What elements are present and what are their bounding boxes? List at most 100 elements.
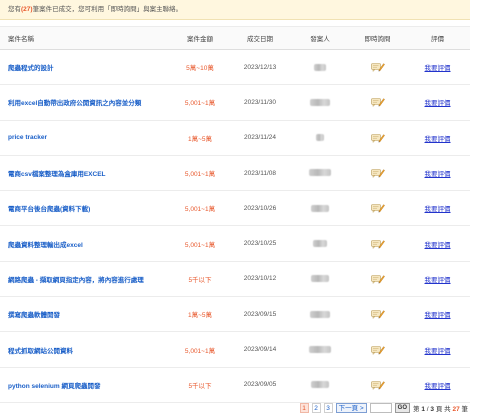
case-name-link[interactable]: 電商csv檔案整理為盒庫用EXCEL (8, 171, 106, 178)
case-name-link[interactable]: 網路爬蟲 - 擷取網頁指定內容，將內容進行處理 (8, 277, 144, 284)
case-amount: 5,001~1萬 (184, 171, 216, 179)
rate-link[interactable]: 我要評價 (425, 100, 451, 107)
go-button[interactable]: GO (394, 403, 411, 413)
rating-cell: 我要評價 (405, 367, 470, 403)
table-header-row: 案件名稱 案件金額 成交日期 發案人 即時詢問 評價 (0, 26, 470, 50)
case-name-link[interactable]: 撰寫爬蟲軟體開發 (8, 312, 60, 319)
table-row: 爬蟲程式的設計 5萬~10萬 2023/12/13 我要評價 (0, 49, 470, 86)
deal-date: 2023/11/24 (243, 134, 277, 142)
table-row: 利用excel自動帶出政府公開資訊之內容並分類 5,001~1萬 2023/11/3… (0, 84, 470, 121)
chat-pencil-icon[interactable] (370, 309, 385, 320)
rating-cell: 我要評價 (405, 155, 470, 192)
client-cell (290, 84, 350, 121)
case-name-cell: 電商平台後台爬蟲(資料下載) (0, 190, 170, 227)
page-info-prefix: 第 (413, 406, 420, 413)
rate-link[interactable]: 我要評價 (425, 206, 451, 213)
table-row: 程式抓取網站公開資料 5,001~1萬 2023/09/14 我要評價 (0, 331, 470, 368)
inquiry-cell (350, 367, 405, 403)
client-name-blurred (310, 310, 330, 318)
rate-link[interactable]: 我要評價 (425, 312, 451, 319)
case-amount: 5,001~1萬 (184, 100, 216, 108)
client-cell (290, 49, 350, 86)
page-info-suffix: 筆 (461, 406, 469, 413)
case-name-link[interactable]: 爬蟲資料整理輸出成excel (8, 242, 83, 249)
rate-link[interactable]: 我要評價 (425, 277, 451, 284)
case-name-link[interactable]: 程式抓取網站公開資料 (8, 348, 73, 355)
chat-pencil-icon[interactable] (370, 345, 385, 355)
amount-cell: 1萬~5萬 (170, 120, 230, 156)
table-row: price tracker 1萬~5萬 2023/11/24 我要評價 (0, 120, 470, 156)
notice-bar: 您有(27)筆案件已成交，您可利用「即時詢問」與案主聯絡。 (0, 0, 470, 20)
page-3[interactable]: 3 (323, 403, 333, 413)
rate-link[interactable]: 我要評價 (425, 383, 451, 390)
case-amount: 5千以下 (188, 276, 212, 284)
inquiry-cell (350, 296, 405, 333)
client-name-blurred (309, 169, 331, 177)
case-name-cell: 程式抓取網站公開資料 (0, 331, 170, 368)
case-name-link[interactable]: 利用excel自動帶出政府公開資訊之內容並分類 (8, 100, 141, 107)
client-cell (290, 367, 350, 403)
rate-link[interactable]: 我要評價 (425, 136, 451, 143)
inquiry-cell (350, 84, 405, 121)
case-table: 案件名稱 案件金額 成交日期 發案人 即時詢問 評價 爬蟲程式的設計 5萬~10萬… (0, 26, 470, 403)
inquiry-cell (350, 190, 405, 227)
client-name-blurred (309, 345, 331, 353)
table-row: 撰寫爬蟲軟體開發 1萬~5萬 2023/09/15 我要評價 (0, 296, 470, 333)
chat-pencil-icon[interactable] (370, 203, 385, 214)
chat-pencil-icon[interactable] (370, 133, 385, 143)
page-2[interactable]: 2 (311, 403, 321, 413)
case-name-cell: price tracker (0, 120, 170, 156)
inquiry-cell (350, 120, 405, 156)
case-name-link[interactable]: python selenium 網頁爬蟲開發 (8, 383, 100, 390)
client-name-blurred (314, 63, 326, 71)
rate-link[interactable]: 我要評價 (425, 242, 451, 249)
amount-cell: 5,001~1萬 (170, 155, 230, 192)
deal-date: 2023/10/25 (243, 240, 277, 248)
case-name-link[interactable]: 爬蟲程式的設計 (8, 65, 54, 72)
page-info-total: 3 (430, 406, 435, 413)
rating-cell: 我要評價 (405, 190, 470, 227)
rating-cell: 我要評價 (405, 225, 470, 262)
deal-date: 2023/12/13 (243, 63, 277, 71)
pagination: 1 2 3 下一頁 > GO 第 1 / 3 頁 共 27 筆 (299, 402, 469, 414)
next-page-button[interactable]: 下一頁 > (335, 403, 367, 413)
table-row: 網路爬蟲 - 擷取網頁指定內容，將內容進行處理 5千以下 2023/10/12 我要評… (0, 261, 470, 298)
chat-pencil-icon[interactable] (370, 168, 385, 179)
rate-link[interactable]: 我要評價 (425, 171, 451, 178)
amount-cell: 5,001~1萬 (170, 225, 230, 262)
amount-cell: 5千以下 (170, 367, 230, 403)
rate-link[interactable]: 我要評價 (425, 65, 451, 72)
client-cell (290, 296, 350, 333)
date-cell: 2023/10/25 (230, 225, 290, 262)
chat-pencil-icon[interactable] (370, 97, 385, 108)
rating-cell: 我要評價 (405, 331, 470, 368)
chat-pencil-icon[interactable] (370, 62, 385, 73)
case-amount: 5千以下 (188, 382, 212, 390)
date-cell: 2023/11/08 (230, 155, 290, 192)
client-name-blurred (316, 134, 324, 142)
notice-suffix: 筆案件已成交，您可利用「即時詢問」與案主聯絡。 (32, 6, 183, 13)
rating-cell: 我要評價 (405, 120, 470, 156)
page-number-input[interactable] (369, 403, 392, 413)
chat-pencil-icon[interactable] (370, 239, 385, 249)
case-amount: 5,001~1萬 (184, 347, 216, 355)
case-amount: 1萬~5萬 (187, 135, 213, 143)
rate-link[interactable]: 我要評價 (425, 348, 451, 355)
case-amount: 5,001~1萬 (184, 206, 216, 214)
header-inquiry: 即時詢問 (350, 26, 405, 50)
case-name-cell: 電商csv檔案整理為盒庫用EXCEL (0, 155, 170, 192)
header-rating: 評價 (405, 26, 470, 50)
case-name-link[interactable]: 電商平台後台爬蟲(資料下載) (8, 206, 90, 213)
case-name-cell: python selenium 網頁爬蟲開發 (0, 367, 170, 403)
chat-pencil-icon[interactable] (370, 380, 385, 390)
case-name-link[interactable]: price tracker (8, 134, 47, 141)
table-row: python selenium 網頁爬蟲開發 5千以下 2023/09/05 我要評價 (0, 367, 470, 403)
client-name-blurred (311, 204, 329, 212)
client-name-blurred (313, 240, 327, 248)
page-1[interactable]: 1 (299, 403, 309, 413)
rating-cell: 我要評價 (405, 296, 470, 333)
chat-pencil-icon[interactable] (370, 274, 385, 284)
amount-cell: 5萬~10萬 (170, 49, 230, 86)
header-amount: 案件金額 (170, 26, 230, 50)
client-name-blurred (311, 275, 329, 283)
